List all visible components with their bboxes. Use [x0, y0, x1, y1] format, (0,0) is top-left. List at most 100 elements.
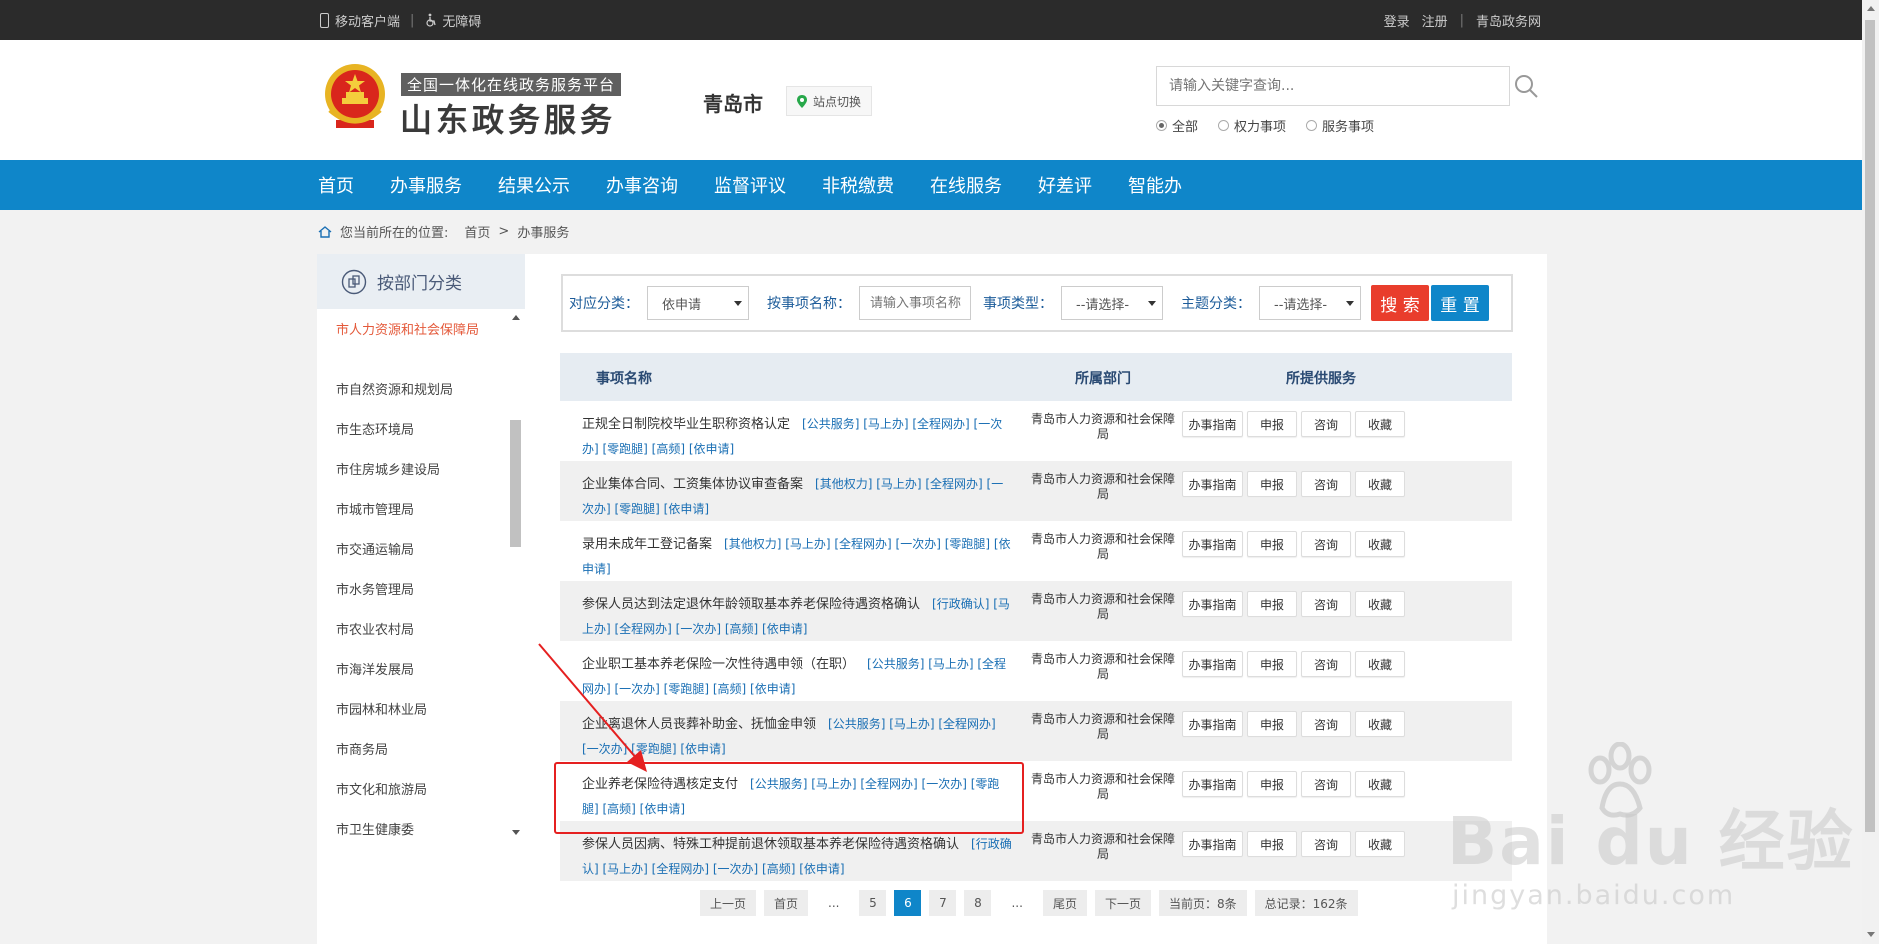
reset-button[interactable]: 重 置 — [1431, 285, 1489, 321]
highlight-box — [554, 762, 1024, 834]
radio-service-items[interactable]: 服务事项 — [1306, 116, 1374, 135]
favorite-button[interactable]: 收藏 — [1355, 591, 1405, 617]
prev-page-button[interactable]: 上一页 — [700, 890, 757, 916]
next-page-button[interactable]: 下一页 — [1094, 890, 1151, 916]
breadcrumb-home[interactable]: 首页 — [464, 222, 490, 241]
guide-button[interactable]: 办事指南 — [1182, 471, 1243, 497]
pagination: 上一页 首页 ... 5 6 7 8 ... 尾页 下一页 当前页：8条 总记录… — [700, 890, 1358, 916]
favorite-button[interactable]: 收藏 — [1355, 531, 1405, 557]
page-5[interactable]: 5 — [859, 890, 887, 916]
login-link[interactable]: 登录 — [1384, 11, 1410, 30]
sidebar-item-transport[interactable]: 市交通运输局 — [336, 541, 486, 560]
consult-button[interactable]: 咨询 — [1301, 411, 1351, 437]
accessibility-link[interactable]: 无障碍 — [424, 11, 481, 30]
nav-item-payment[interactable]: 非税缴费 — [822, 172, 894, 198]
item-name-link[interactable]: 参保人员达到法定退休年龄领取基本养老保险待遇资格确认 — [582, 597, 920, 612]
sidebar-item-ocean[interactable]: 市海洋发展局 — [336, 661, 486, 680]
favorite-button[interactable]: 收藏 — [1355, 771, 1405, 797]
guide-button[interactable]: 办事指南 — [1182, 411, 1243, 437]
nav-item-supervision[interactable]: 监督评议 — [714, 172, 786, 198]
item-name-link[interactable]: 录用未成年工登记备案 — [582, 537, 712, 552]
category-select[interactable]: 依申请 — [647, 286, 749, 320]
sidebar-item-health[interactable]: 市卫生健康委 — [336, 821, 486, 840]
row-actions: 办事指南 申报 咨询 收藏 — [1182, 591, 1405, 617]
apply-button[interactable]: 申报 — [1247, 831, 1297, 857]
nav-item-services[interactable]: 办事服务 — [390, 172, 462, 198]
city-site-link[interactable]: 青岛政务网 — [1476, 11, 1541, 30]
sidebar-item-housing[interactable]: 市住房城乡建设局 — [336, 461, 486, 480]
item-name-link[interactable]: 企业集体合同、工资集体协议审查备案 — [582, 477, 803, 492]
sidebar-item-culture-tourism[interactable]: 市文化和旅游局 — [336, 781, 486, 800]
last-page-button[interactable]: 尾页 — [1042, 890, 1087, 916]
first-page-button[interactable]: 首页 — [764, 890, 809, 916]
consult-button[interactable]: 咨询 — [1301, 531, 1351, 557]
nav-item-results[interactable]: 结果公示 — [498, 172, 570, 198]
sidebar-item-commerce[interactable]: 市商务局 — [336, 741, 486, 760]
page-8[interactable]: 8 — [964, 890, 992, 916]
nav-item-consult[interactable]: 办事咨询 — [606, 172, 678, 198]
apply-button[interactable]: 申报 — [1247, 531, 1297, 557]
site-switch-button[interactable]: 站点切换 — [786, 86, 873, 116]
consult-button[interactable]: 咨询 — [1301, 711, 1351, 737]
favorite-button[interactable]: 收藏 — [1355, 831, 1405, 857]
item-name-input[interactable] — [859, 286, 971, 320]
page-scroll-down[interactable] — [1867, 932, 1875, 937]
favorite-button[interactable]: 收藏 — [1355, 411, 1405, 437]
radio-power-items[interactable]: 权力事项 — [1218, 116, 1286, 135]
sidebar-item-agriculture[interactable]: 市农业农村局 — [336, 621, 486, 640]
search-icon[interactable] — [1512, 72, 1540, 100]
guide-button[interactable]: 办事指南 — [1182, 651, 1243, 677]
search-button[interactable]: 搜 索 — [1371, 285, 1429, 321]
nav-item-smart[interactable]: 智能办 — [1128, 172, 1182, 198]
col-services: 所提供服务 — [1286, 371, 1356, 387]
item-name-link[interactable]: 参保人员因病、特殊工种提前退休领取基本养老保险待遇资格确认 — [582, 837, 959, 852]
page-6-current[interactable]: 6 — [894, 890, 922, 916]
consult-button[interactable]: 咨询 — [1301, 651, 1351, 677]
consult-button[interactable]: 咨询 — [1301, 771, 1351, 797]
nav-item-online[interactable]: 在线服务 — [930, 172, 1002, 198]
consult-button[interactable]: 咨询 — [1301, 591, 1351, 617]
sidebar-item-hrss[interactable]: 市人力资源和社会保障局 — [336, 321, 486, 340]
apply-button[interactable]: 申报 — [1247, 771, 1297, 797]
guide-button[interactable]: 办事指南 — [1182, 591, 1243, 617]
keyword-search-input[interactable] — [1157, 67, 1509, 105]
apply-button[interactable]: 申报 — [1247, 411, 1297, 437]
theme-select[interactable]: --请选择- — [1259, 286, 1361, 320]
sidebar-scroll-up[interactable] — [512, 315, 520, 320]
consult-button[interactable]: 咨询 — [1301, 831, 1351, 857]
guide-button[interactable]: 办事指南 — [1182, 531, 1243, 557]
favorite-button[interactable]: 收藏 — [1355, 711, 1405, 737]
guide-button[interactable]: 办事指南 — [1182, 831, 1243, 857]
sidebar-item-water[interactable]: 市水务管理局 — [336, 581, 486, 600]
page-scroll-thumb[interactable] — [1865, 20, 1875, 832]
apply-button[interactable]: 申报 — [1247, 711, 1297, 737]
guide-button[interactable]: 办事指南 — [1182, 771, 1243, 797]
table-row: 录用未成年工登记备案 [其他权力] [马上办] [全程网办] [一次办] [零跑腿… — [560, 521, 1512, 581]
sidebar-scroll-down[interactable] — [512, 830, 520, 835]
apply-button[interactable]: 申报 — [1247, 651, 1297, 677]
page-7[interactable]: 7 — [929, 890, 957, 916]
sidebar-scrollbar[interactable] — [510, 420, 521, 547]
breadcrumb-services[interactable]: 办事服务 — [517, 222, 569, 241]
mobile-client-link[interactable]: 移动客户端 — [320, 11, 400, 30]
apply-button[interactable]: 申报 — [1247, 591, 1297, 617]
item-name-link[interactable]: 正规全日制院校毕业生职称资格认定 — [582, 417, 790, 432]
national-emblem-logo[interactable] — [322, 62, 388, 134]
apply-button[interactable]: 申报 — [1247, 471, 1297, 497]
item-type-select[interactable]: --请选择- — [1061, 286, 1163, 320]
guide-button[interactable]: 办事指南 — [1182, 711, 1243, 737]
sidebar-item-natural-resources[interactable]: 市自然资源和规划局 — [336, 381, 486, 400]
radio-all[interactable]: 全部 — [1156, 116, 1198, 135]
sidebar-item-forestry[interactable]: 市园林和林业局 — [336, 701, 486, 720]
sidebar-item-urban-management[interactable]: 市城市管理局 — [336, 501, 486, 520]
page-scrollbar[interactable] — [1862, 0, 1879, 944]
search-box — [1156, 66, 1510, 106]
consult-button[interactable]: 咨询 — [1301, 471, 1351, 497]
favorite-button[interactable]: 收藏 — [1355, 651, 1405, 677]
nav-item-home[interactable]: 首页 — [318, 172, 354, 198]
register-link[interactable]: 注册 — [1422, 11, 1448, 30]
favorite-button[interactable]: 收藏 — [1355, 471, 1405, 497]
nav-item-rating[interactable]: 好差评 — [1038, 172, 1092, 198]
page-scroll-up[interactable] — [1867, 6, 1875, 11]
sidebar-item-ecology[interactable]: 市生态环境局 — [336, 421, 486, 440]
